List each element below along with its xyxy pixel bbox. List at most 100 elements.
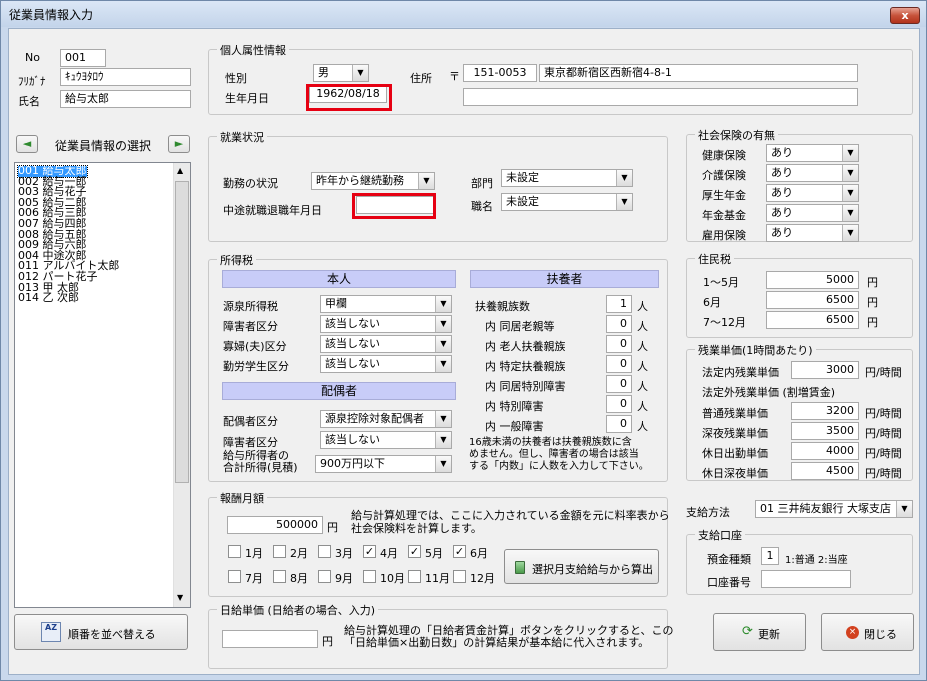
month-checkbox[interactable] <box>408 570 421 583</box>
month-checkbox[interactable] <box>228 570 241 583</box>
highlight-midjoin <box>352 193 436 219</box>
account-number-field[interactable] <box>761 570 851 588</box>
insurance-label: 介護保険 <box>702 169 746 182</box>
deposit-type-label: 預金種類 <box>707 553 751 566</box>
month-checkbox[interactable]: ✓ <box>453 545 466 558</box>
resident-tax-field[interactable]: 6500 <box>766 291 859 309</box>
month-checkbox[interactable] <box>318 545 331 558</box>
address-field[interactable]: 東京都新宿区西新宿4-8-1 <box>539 64 858 82</box>
chevron-down-icon: ▼ <box>842 165 858 181</box>
dependent-row-label: 内 同居特別障害 <box>485 380 566 393</box>
self-row-select[interactable]: 該当しない ▼ <box>320 355 452 373</box>
calc-button-label: 選択月支給給与から算出 <box>532 563 653 576</box>
insurance-select[interactable]: あり ▼ <box>766 164 859 182</box>
month-checkbox[interactable] <box>228 545 241 558</box>
self-row-label: 源泉所得税 <box>223 300 278 313</box>
scroll-thumb[interactable] <box>175 181 189 483</box>
deposit-type-field[interactable]: 1 <box>761 547 779 565</box>
scroll-up-icon[interactable]: ▲ <box>177 166 183 175</box>
kana-field[interactable]: ｷｭｳﾖﾀﾛｳ <box>60 68 191 86</box>
chevron-down-icon: ▼ <box>616 194 632 210</box>
insurance-label: 厚生年金 <box>702 189 746 202</box>
spouse-row-select[interactable]: 該当しない ▼ <box>320 431 452 449</box>
insurance-select[interactable]: あり ▼ <box>766 184 859 202</box>
statutory-rate-field[interactable]: 3000 <box>791 361 859 379</box>
daily-pay-title: 日給単価 (日給者の場合、入力) <box>217 602 379 618</box>
dependents-note: 16歳未満の扶養者は扶養親族数に含 めません。但し、障害者の場合は該当 する「内数」… <box>469 437 649 472</box>
self-row-select[interactable]: 甲欄 ▼ <box>320 295 452 313</box>
overtime-rate-field[interactable]: 3500 <box>791 422 859 440</box>
employment-status-select[interactable]: 昨年から継続勤務 ▼ <box>311 172 435 190</box>
payment-method-select[interactable]: 01 三井純友銀行 大塚支店 ▼ <box>755 500 913 518</box>
insurance-select[interactable]: あり ▼ <box>766 144 859 162</box>
update-button[interactable]: ⟳ 更新 <box>713 613 806 651</box>
month-checkbox[interactable] <box>273 545 286 558</box>
chevron-down-icon: ▼ <box>418 173 434 189</box>
dependent-count-field[interactable]: 1 <box>606 295 632 313</box>
self-row-select[interactable]: 該当しない ▼ <box>320 335 452 353</box>
dependent-count-field[interactable]: 0 <box>606 395 632 413</box>
dependent-count-field[interactable]: 0 <box>606 375 632 393</box>
insurance-select[interactable]: あり ▼ <box>766 204 859 222</box>
dept-select[interactable]: 未設定 ▼ <box>501 169 633 187</box>
list-item[interactable]: 014 乙 次郎 <box>18 292 79 304</box>
employee-list[interactable]: 001 給与太郎 002 給与一郎 003 給与花子 005 給与二郎 006 給与三郎… <box>14 162 191 608</box>
calc-from-selected-months-button[interactable]: 選択月支給給与から算出 <box>504 549 659 584</box>
employee-no-field[interactable]: 001 <box>60 49 106 67</box>
insurance-select-value: あり <box>771 186 793 199</box>
self-row-label: 障害者区分 <box>223 320 278 333</box>
dependent-row-label: 内 同居老親等 <box>485 320 555 333</box>
monthly-pay-field[interactable]: 500000 <box>227 516 323 534</box>
month-checkbox[interactable]: ✓ <box>363 545 376 558</box>
dept-label: 部門 <box>471 177 493 190</box>
chevron-down-icon: ▼ <box>435 411 451 427</box>
list-scrollbar[interactable]: ▲ ▼ <box>173 163 190 607</box>
resident-tax-title: 住民税 <box>695 251 734 267</box>
spouse-row-select[interactable]: 源泉控除対象配偶者 ▼ <box>320 410 452 428</box>
app-window: 従業員情報入力 x No 001 ﾌﾘｶﾞﾅ ｷｭｳﾖﾀﾛｳ 氏名 給与太郎 ◄… <box>0 0 927 681</box>
next-employee-button[interactable]: ► <box>168 135 190 153</box>
name-label: 氏名 <box>18 95 40 108</box>
close-button[interactable]: × 閉じる <box>821 613 914 651</box>
scroll-down-icon[interactable]: ▼ <box>177 593 183 602</box>
dependent-unit: 人 <box>637 400 648 413</box>
month-checkbox[interactable] <box>318 570 331 583</box>
self-row-select[interactable]: 該当しない ▼ <box>320 315 452 333</box>
job-select[interactable]: 未設定 ▼ <box>501 193 633 211</box>
midjoin-label: 中途就職退職年月日 <box>223 204 322 217</box>
chevron-down-icon: ▼ <box>352 65 368 81</box>
overtime-rate-field[interactable]: 4500 <box>791 462 859 480</box>
gender-select[interactable]: 男 ▼ <box>313 64 369 82</box>
dependent-count-field[interactable]: 0 <box>606 415 632 433</box>
overtime-rate-field[interactable]: 4000 <box>791 442 859 460</box>
month-checkbox[interactable]: ✓ <box>408 545 421 558</box>
insurance-select[interactable]: あり ▼ <box>766 224 859 242</box>
overtime-rate-field[interactable]: 3200 <box>791 402 859 420</box>
dependent-count-field[interactable]: 0 <box>606 315 632 333</box>
dependent-unit: 人 <box>637 340 648 353</box>
spouse-row-label: 配偶者区分 <box>223 415 278 428</box>
payment-method-label: 支給方法 <box>686 506 730 519</box>
prev-employee-button[interactable]: ◄ <box>16 135 38 153</box>
month-label: 9月 <box>335 572 353 585</box>
dependent-count-field[interactable]: 0 <box>606 355 632 373</box>
month-checkbox[interactable] <box>273 570 286 583</box>
resident-tax-field[interactable]: 6500 <box>766 311 859 329</box>
sort-button[interactable]: AZ 順番を並べ替える <box>14 614 188 650</box>
overtime-unit: 円/時間 <box>865 447 902 460</box>
resident-tax-field[interactable]: 5000 <box>766 271 859 289</box>
dependent-unit: 人 <box>637 320 648 333</box>
close-window-button[interactable]: x <box>890 7 920 24</box>
name-field[interactable]: 給与太郎 <box>60 90 191 108</box>
address-label: 住所 <box>410 72 432 85</box>
kana-label: ﾌﾘｶﾞﾅ <box>18 75 46 88</box>
address2-field[interactable] <box>463 88 858 106</box>
month-checkbox[interactable] <box>453 570 466 583</box>
dependent-count-field[interactable]: 0 <box>606 335 632 353</box>
postal-code-field[interactable]: 151-0053 <box>463 64 537 82</box>
month-checkbox[interactable] <box>363 570 376 583</box>
title-bar: 従業員情報入力 x <box>1 1 926 27</box>
spouse-income-select[interactable]: 900万円以下 ▼ <box>315 455 452 473</box>
daily-pay-field[interactable] <box>222 630 318 648</box>
statutory-unit: 円/時間 <box>865 366 902 379</box>
